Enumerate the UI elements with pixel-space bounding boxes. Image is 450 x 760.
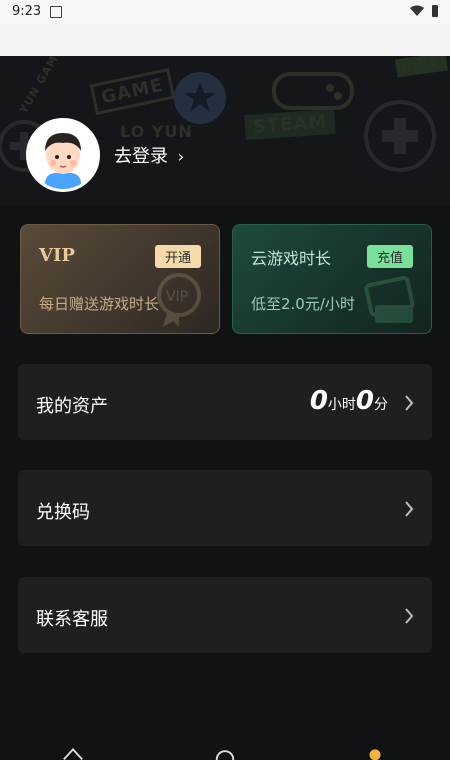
avatar-boy-icon (29, 121, 97, 189)
login-link[interactable]: 去登录 › (114, 142, 184, 168)
decor-text-yun-game: YUN GAME (16, 56, 66, 116)
customer-service-row[interactable]: 联系客服 (18, 577, 432, 653)
tab-discover-icon[interactable] (214, 746, 236, 760)
status-time: 9:23 (12, 4, 42, 19)
vip-card[interactable]: VIP 开通 每日赠送游戏时长 VIP (20, 224, 220, 334)
assets-hours-unit: 小时 (327, 397, 356, 413)
decor-text-game: GAME (89, 67, 176, 116)
app-top-bar (0, 24, 450, 56)
cloud-time-title: 云游戏时长 (251, 249, 332, 268)
vip-badge-watermark-icon: VIP (157, 273, 201, 327)
wifi-icon (410, 5, 424, 16)
bottom-tab-bar (0, 740, 450, 760)
assets-hours-value: 0 (309, 386, 328, 416)
login-label: 去登录 (114, 146, 168, 167)
redeem-code-row[interactable]: 兑换码 (18, 470, 432, 546)
chevron-right-icon (405, 501, 414, 517)
avatar[interactable] (26, 118, 100, 192)
sim-icon (50, 6, 62, 18)
gamepad-decor-icon (272, 72, 354, 110)
cloud-game-time-card[interactable]: 云游戏时长 充值 低至2.0元/小时 (232, 224, 432, 334)
cloud-time-subtitle: 低至2.0元/小时 (251, 295, 355, 313)
status-bar: 9:23 (0, 0, 450, 24)
ticket-watermark-icon (364, 275, 415, 323)
vip-subtitle: 每日赠送游戏时长 (39, 295, 160, 313)
vip-title: VIP (39, 245, 75, 266)
chevron-right-icon (405, 608, 414, 624)
controller-circle-decor-icon (364, 100, 436, 172)
chevron-right-icon (405, 395, 414, 411)
my-assets-row[interactable]: 我的资产 0小时0分 (18, 364, 432, 440)
my-assets-label: 我的资产 (36, 396, 108, 417)
decor-text-like: LIKE (394, 56, 448, 78)
assets-minutes-value: 0 (355, 386, 374, 416)
redeem-code-label: 兑换码 (36, 502, 90, 523)
recharge-button[interactable]: 充值 (366, 245, 413, 268)
assets-balance: 0小时0分 (310, 386, 388, 416)
login-chevron-icon: › (177, 147, 185, 166)
tab-home-icon[interactable] (62, 746, 84, 760)
svg-text:VIP: VIP (166, 289, 188, 305)
medal-decor-icon (174, 72, 226, 124)
tab-profile-icon[interactable] (364, 746, 386, 760)
battery-icon (432, 5, 438, 17)
assets-minutes-unit: 分 (374, 397, 388, 413)
customer-service-label: 联系客服 (36, 609, 108, 630)
vip-open-button[interactable]: 开通 (154, 245, 201, 268)
